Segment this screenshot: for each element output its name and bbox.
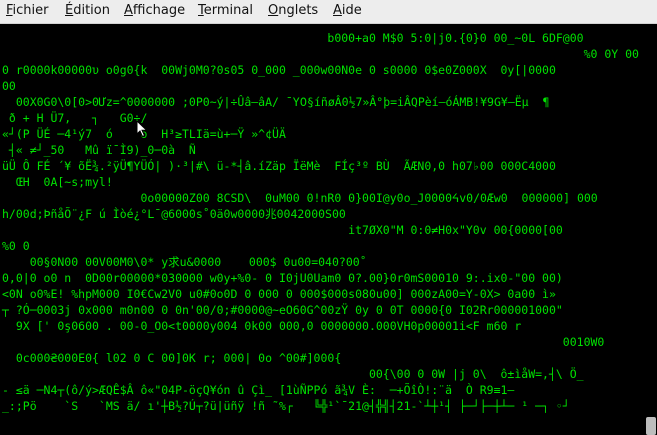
- menu-edition[interactable]: Édition: [65, 3, 110, 18]
- terminal-line: 00: [2, 79, 16, 93]
- menu-bar: Fichier Édition Affichage Terminal Ongle…: [0, 0, 657, 24]
- terminal-line: %0 0Y 00: [2, 47, 639, 61]
- menu-terminal[interactable]: Terminal: [198, 3, 253, 18]
- terminal-line: 00X0G0\0[0>0Ưz=^0000000 ;0P0~ý|÷Ûâ—âA/ ¯…: [2, 95, 550, 109]
- terminal-window: Fichier Édition Affichage Terminal Ongle…: [0, 0, 657, 435]
- terminal-line: h/00d;ÞñåÕ¨¿F ú Ìòé¿°L¯@6000s˚0ä0w0000兆0…: [2, 207, 346, 221]
- mouse-pointer-icon: [136, 120, 148, 138]
- terminal-line: it7ØX0"M 0:0≠H0x"Y0v 00{0000[00: [2, 223, 563, 237]
- terminal-line: _:;Pö `S `MS ä/ ı'┼B½?Ú┬?ü|üñÿ !ñ ˜%┌ ╚╬…: [2, 399, 570, 413]
- menu-fichier[interactable]: Fichier: [6, 3, 49, 18]
- terminal-line: 0o00000Z00 8CSD\ 0uM00 0!nR0 0}00I@y0o_J…: [2, 191, 598, 205]
- terminal-line: ┬ ?Ó─0003j 0x000 m0n00 0 0n'00/0;#0000@~…: [2, 303, 563, 317]
- terminal-line: - ≤ä ─N4┬(ô/ý>ÆQÊ$Â ô«"04P-öçQ¥ón û Çì_ …: [2, 383, 515, 397]
- terminal-line: %0 0: [2, 239, 30, 253]
- vertical-scrollbar[interactable]: [645, 24, 657, 435]
- terminal-line: 0010W0: [2, 335, 605, 349]
- terminal-line: ŒH 0A[~s;myl!: [2, 175, 113, 189]
- menu-aide[interactable]: Aide: [333, 3, 362, 18]
- terminal-line: 0c000₴000E0{ l02 0 C 00]0K r; 000| 0o ^0…: [2, 351, 342, 365]
- terminal-line: 0,0|0 o0 n 0D00r00000*030000 w0y+%0- 0 I…: [2, 271, 563, 285]
- terminal-line: üÜ Ô FÉ ´¥ õË¾.²ÿÜ¶YÜÓ| )·³|#\ ü-*┤â.íZä…: [2, 159, 556, 173]
- terminal-line: 9X [' 0ş0600 . 00-0_O0<t0000y004 0k00 00…: [2, 319, 522, 333]
- terminal-line: b000+a0 M$0 5:0|j0.{0}0 00_~0L 6DF@00: [2, 31, 584, 45]
- terminal-line: 00§0N00 00V00M0\0* y求u&0000 000$ 0u00=04…: [2, 255, 367, 269]
- menu-affichage[interactable]: Affichage: [124, 3, 185, 18]
- terminal-line: 0 r0000k00000υ o0g0{k 00Wj0M0?0s05 0_000…: [2, 63, 556, 77]
- menu-onglets[interactable]: Onglets: [268, 3, 318, 18]
- terminal-line: ð + H Ü7, ┐ G0÷/: [2, 111, 148, 125]
- terminal-line: <0N o0%E! %hpM000 I0€Cw2V0 u0#0o0D 0 000…: [2, 287, 556, 301]
- terminal-output[interactable]: b000+a0 M$0 5:0|j0.{0}0 00_~0L 6DF@00 %0…: [0, 24, 645, 435]
- terminal-line: 00{\00 0 0W |j 0\ ô±ìåW=,┤\ Ö_: [2, 367, 584, 381]
- scrollbar-thumb[interactable]: [646, 417, 656, 435]
- terminal-line: ┤« ≠┘_50 Mû ï¯Ì9)_0─0à Ñ: [2, 143, 196, 157]
